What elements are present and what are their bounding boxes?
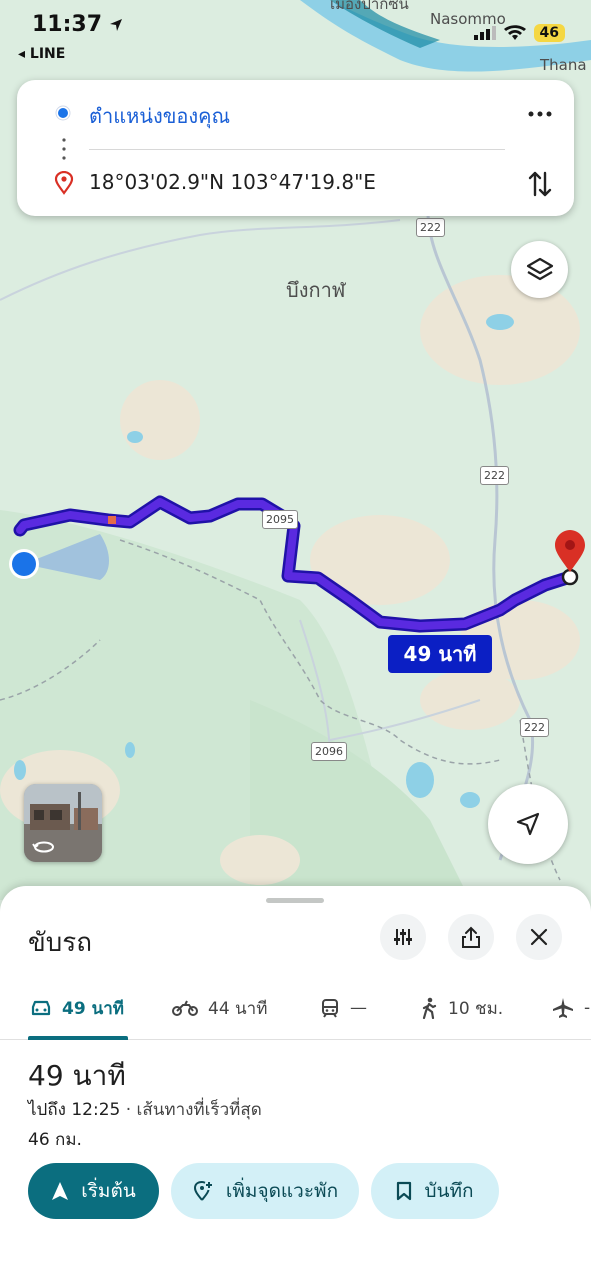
sheet-drag-handle[interactable]	[266, 898, 324, 903]
transit-icon	[322, 999, 338, 1018]
wifi-icon	[503, 25, 526, 40]
tune-icon	[394, 929, 412, 945]
motorcycle-icon	[172, 1000, 198, 1016]
road-shield: 222	[520, 718, 549, 737]
battery-indicator: 46	[533, 24, 565, 42]
save-button[interactable]: บันทึก	[371, 1163, 499, 1219]
walk-icon	[422, 997, 437, 1019]
origin-field[interactable]: ตำแหน่งของคุณ	[89, 100, 230, 132]
status-time-group: 11:37	[32, 12, 124, 37]
close-icon	[530, 928, 548, 946]
tab-drive[interactable]: 49 นาที	[30, 990, 124, 1026]
plane-icon	[553, 998, 573, 1018]
recenter-button[interactable]	[488, 784, 568, 864]
map-layers-button[interactable]	[511, 241, 568, 298]
arrival-time: ไปถึง 12:25	[28, 1100, 121, 1120]
start-button-label: เริ่มต้น	[81, 1180, 136, 1202]
rotate-360-icon	[32, 841, 54, 853]
back-to-app-link[interactable]: ◂ LINE	[18, 46, 65, 62]
swap-route-button[interactable]	[520, 166, 560, 202]
navigation-icon	[52, 1182, 69, 1200]
route-description: · เส้นทางที่เร็วที่สุด	[120, 1100, 262, 1120]
destination-field[interactable]: 18°03'02.9"N 103°47'19.8"E	[89, 170, 376, 194]
route-eta-bubble[interactable]: 49 นาที	[388, 635, 492, 673]
road-shield: 222	[480, 466, 509, 485]
status-icons: 46	[473, 24, 565, 42]
route-options-button[interactable]	[380, 914, 426, 960]
origin-dot-icon	[55, 105, 71, 121]
share-icon	[462, 926, 480, 948]
route-duration: 49 นาที	[28, 1059, 126, 1092]
add-location-icon	[193, 1180, 212, 1201]
bookmark-icon	[397, 1181, 412, 1201]
close-button[interactable]	[516, 914, 562, 960]
tab-flight[interactable]: -	[552, 990, 590, 1026]
tab-drive-label: 49 นาที	[62, 998, 124, 1019]
swap-vertical-icon	[528, 171, 552, 197]
tab-transit-label: —	[350, 998, 367, 1018]
navigation-arrow-icon	[516, 812, 540, 836]
route-arrival: ไปถึง 12:25 · เส้นทางที่เร็วที่สุด	[28, 1096, 262, 1123]
tab-transit[interactable]: —	[320, 990, 367, 1026]
signal-icon	[473, 26, 496, 40]
location-arrow-icon	[110, 18, 123, 31]
more-options-button[interactable]	[520, 100, 560, 128]
status-time: 11:37	[32, 12, 103, 37]
tab-motorcycle[interactable]: 44 นาที	[172, 990, 267, 1026]
layers-icon	[526, 257, 553, 280]
directions-bottom-sheet: ขับรถ 49 นาที 44 นาที — 10 ชม. - 49 นาที…	[0, 886, 591, 1280]
field-divider	[89, 149, 505, 150]
route-distance: 46 กม.	[28, 1130, 82, 1150]
start-button[interactable]: เริ่มต้น	[28, 1163, 159, 1219]
place-label: บึงกาฬ	[286, 278, 346, 302]
save-button-label: บันทึก	[424, 1180, 474, 1202]
active-tab-indicator	[28, 1036, 128, 1040]
add-stop-label: เพิ่มจุดแวะพัก	[225, 1180, 339, 1202]
more-horizontal-icon	[528, 111, 552, 117]
car-icon	[31, 1000, 51, 1016]
tab-walk[interactable]: 10 ชม.	[420, 990, 503, 1026]
add-stop-button[interactable]: เพิ่มจุดแวะพัก	[171, 1163, 359, 1219]
tab-walk-label: 10 ชม.	[448, 998, 504, 1019]
road-shield: 2095	[262, 510, 298, 529]
route-dots-icon	[62, 138, 66, 160]
share-button[interactable]	[448, 914, 494, 960]
status-bar: 11:37 ◂ LINE 46	[0, 0, 591, 70]
road-shield: 222	[416, 218, 445, 237]
travel-mode-tabs: 49 นาที 44 นาที — 10 ชม. -	[0, 984, 591, 1040]
destination-pin-icon	[54, 171, 74, 195]
sheet-title: ขับรถ	[28, 928, 92, 958]
tab-motorcycle-label: 44 นาที	[208, 998, 268, 1019]
tab-flight-label: -	[584, 998, 591, 1018]
street-view-thumbnail[interactable]	[24, 784, 102, 862]
road-shield: 2096	[311, 742, 347, 761]
